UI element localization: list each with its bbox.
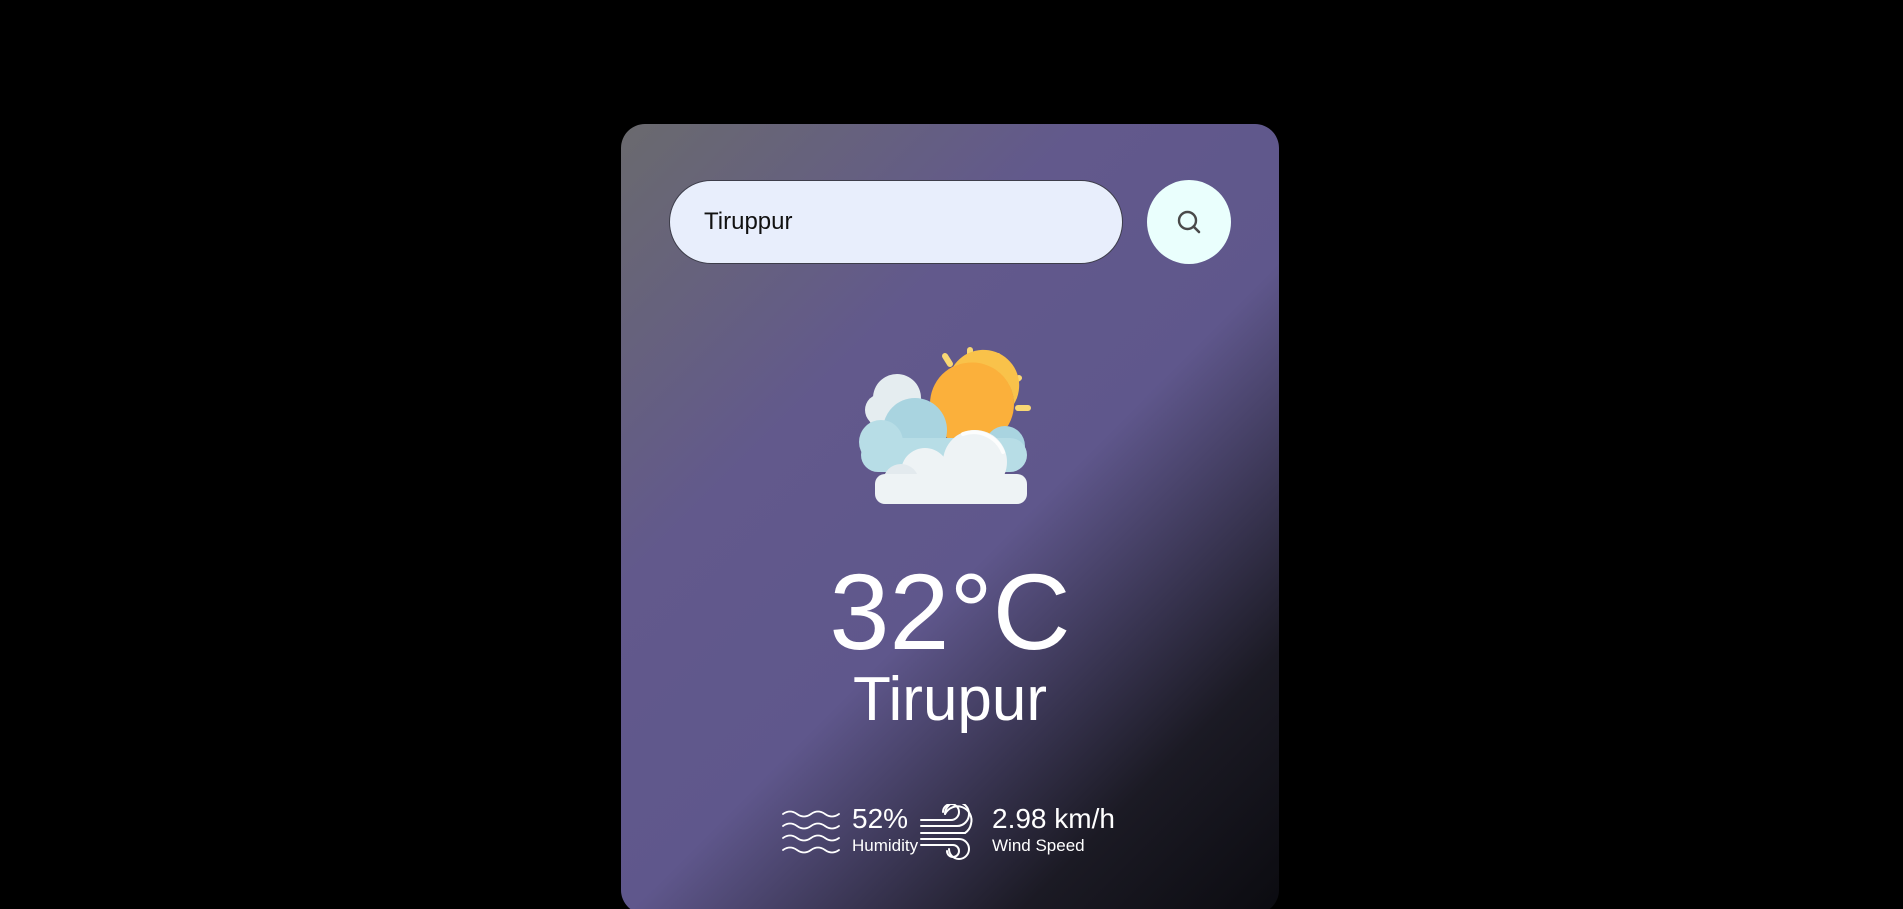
search-icon <box>1174 207 1204 237</box>
city-name: Tirupur <box>852 665 1048 734</box>
search-input[interactable] <box>669 180 1123 264</box>
wind-speed-label: Wind Speed <box>992 836 1085 855</box>
temperature: 32°C <box>829 551 1071 672</box>
search-bar <box>669 180 1231 264</box>
humidity-label: Humidity <box>852 836 919 855</box>
partly-cloudy-sun-icon <box>853 342 1043 512</box>
humidity-waves-icon <box>781 808 841 858</box>
weather-details: 52% Humidity 2.98 km/h Wind Speed <box>781 801 1161 862</box>
search-button[interactable] <box>1147 180 1231 264</box>
wind-icon <box>919 801 977 862</box>
humidity-value: 52% <box>852 803 909 834</box>
page: 32°C Tirupur 52% Humidity <box>0 0 1903 909</box>
weather-card: 32°C Tirupur 52% Humidity <box>621 124 1279 909</box>
wind-speed-value: 2.98 km/h <box>992 803 1115 834</box>
